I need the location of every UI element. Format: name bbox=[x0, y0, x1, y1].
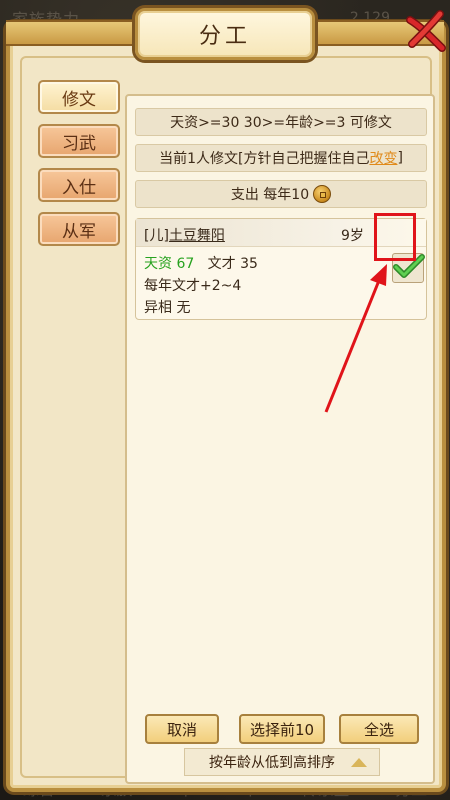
literacy-stat: 文才 35 bbox=[207, 256, 258, 272]
child-age: 9岁 bbox=[341, 228, 364, 244]
tab-martial[interactable]: 习武 bbox=[38, 124, 120, 158]
close-icon bbox=[406, 10, 446, 52]
tab-official[interactable]: 入仕 bbox=[38, 168, 120, 202]
coin-icon bbox=[313, 185, 332, 203]
button-label: 选择前10 bbox=[249, 720, 315, 739]
button-label: 取消 bbox=[166, 720, 197, 739]
change-link[interactable]: 改变 bbox=[369, 148, 397, 168]
current-status-bar: 当前1人修文[方针自己把握住自己 改变] bbox=[135, 144, 427, 172]
title-wing-left bbox=[6, 20, 136, 46]
cancel-button[interactable]: 取消 bbox=[145, 714, 219, 744]
talent-stat: 天资 67 bbox=[144, 256, 195, 272]
child-name: [儿]土豆舞阳 bbox=[144, 225, 225, 245]
tab-military[interactable]: 从军 bbox=[38, 212, 120, 246]
sort-label: 按年龄从低到高排序 bbox=[209, 755, 335, 771]
select-checkbox[interactable] bbox=[392, 253, 425, 283]
cost-bar: 支出 每年10 bbox=[135, 180, 427, 208]
division-dialog: 修文 习武 入仕 从军 天资>=30 30>=年龄>=3 可修文 当前1人修文[… bbox=[6, 22, 446, 792]
child-card[interactable]: [儿]土豆舞阳 9岁 天资 67 文才 35 每年文才+2~4 异相 无 bbox=[135, 218, 427, 320]
dialog-title: 分工 bbox=[198, 24, 251, 49]
select-all-button[interactable]: 全选 bbox=[339, 714, 419, 744]
checkmark-icon bbox=[393, 254, 425, 278]
child-tag: [儿] bbox=[144, 228, 169, 244]
requirement-bar: 天资>=30 30>=年龄>=3 可修文 bbox=[135, 108, 427, 136]
sort-dropdown[interactable]: 按年龄从低到高排序 bbox=[184, 748, 380, 776]
select-top-ten-button[interactable]: 选择前10 bbox=[239, 714, 325, 744]
cost-text: 支出 每年10 bbox=[230, 187, 310, 203]
title-plate: 分工 bbox=[135, 8, 315, 60]
content-panel: 天资>=30 30>=年龄>=3 可修文 当前1人修文[方针自己把握住自己 改变]… bbox=[125, 94, 435, 784]
button-label: 全选 bbox=[363, 720, 394, 739]
tab-label: 入仕 bbox=[62, 177, 96, 198]
current-prefix: 当前1人修文[方针自己把握住自己 bbox=[159, 151, 370, 167]
close-button[interactable] bbox=[402, 8, 448, 54]
current-suffix: ] bbox=[397, 150, 403, 166]
triangle-up-icon bbox=[351, 758, 367, 767]
trait-stat: 异相 无 bbox=[144, 300, 191, 316]
tab-label: 从军 bbox=[62, 221, 96, 242]
requirement-text: 天资>=30 30>=年龄>=3 可修文 bbox=[170, 115, 392, 131]
child-name-text: 土豆舞阳 bbox=[168, 228, 225, 244]
tab-study[interactable]: 修文 bbox=[38, 80, 120, 114]
tab-label: 修文 bbox=[62, 89, 96, 110]
growth-stat: 每年文才+2~4 bbox=[144, 278, 242, 294]
child-stats: 天资 67 文才 35 bbox=[144, 253, 258, 273]
tab-label: 习武 bbox=[62, 133, 96, 154]
